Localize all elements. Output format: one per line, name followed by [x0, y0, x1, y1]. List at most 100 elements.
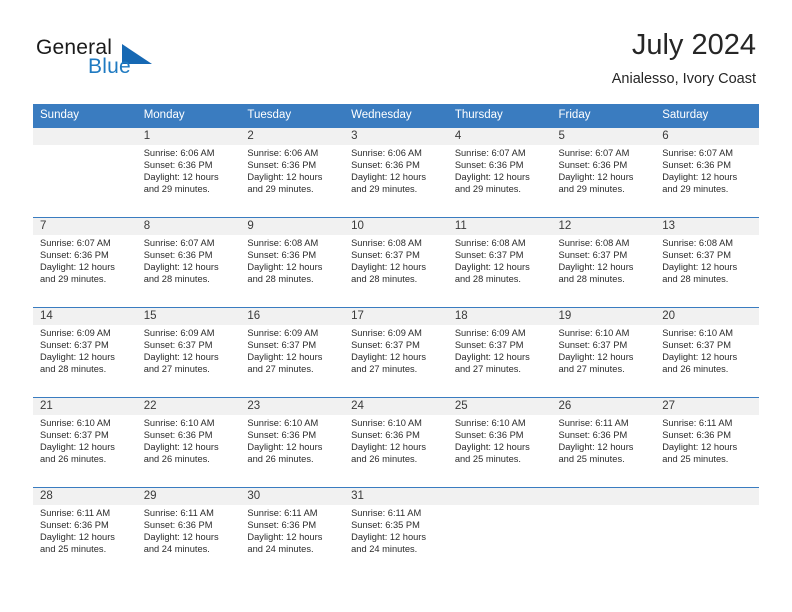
- day-number: 20: [655, 308, 759, 325]
- day-cell[interactable]: 25 Sunrise: 6:10 AM Sunset: 6:36 PM Dayligh…: [447, 398, 552, 487]
- day-detail-line: Daylight: 12 hours: [662, 261, 738, 272]
- day-details: Sunrise: 6:08 AM Sunset: 6:37 PM Daylight:…: [655, 235, 759, 286]
- day-details: Sunrise: 6:08 AM Sunset: 6:37 PM Daylight:…: [552, 235, 656, 286]
- day-detail-line: and 29 minutes.: [351, 183, 418, 194]
- day-cell[interactable]: 23 Sunrise: 6:10 AM Sunset: 6:36 PM Dayligh…: [240, 398, 345, 487]
- day-detail-line: Daylight: 12 hours: [247, 531, 323, 542]
- day-details: Sunrise: 6:10 AM Sunset: 6:37 PM Daylight:…: [655, 325, 759, 376]
- day-cell[interactable]: 12 Sunrise: 6:08 AM Sunset: 6:37 PM Dayligh…: [551, 218, 656, 307]
- day-number: [655, 488, 759, 505]
- day-cell[interactable]: 9 Sunrise: 6:08 AM Sunset: 6:36 PM Daylight…: [240, 218, 345, 307]
- day-cell[interactable]: 24 Sunrise: 6:10 AM Sunset: 6:36 PM Dayligh…: [344, 398, 448, 487]
- day-detail-line: Sunset: 6:36 PM: [247, 519, 317, 530]
- day-detail-line: Sunset: 6:37 PM: [351, 249, 420, 260]
- day-detail-line: Daylight: 12 hours: [558, 351, 634, 362]
- day-detail-line: and 29 minutes.: [558, 183, 625, 194]
- day-detail-line: Sunrise: 6:11 AM: [143, 508, 214, 518]
- day-cell[interactable]: 21 Sunrise: 6:10 AM Sunset: 6:37 PM Dayligh…: [33, 398, 137, 487]
- day-detail-line: Daylight: 12 hours: [351, 261, 427, 272]
- day-cell[interactable]: 19 Sunrise: 6:10 AM Sunset: 6:37 PM Dayligh…: [551, 308, 656, 397]
- day-cell[interactable]: 14 Sunrise: 6:09 AM Sunset: 6:37 PM Dayligh…: [33, 308, 137, 397]
- day-detail-line: Sunset: 6:36 PM: [143, 519, 213, 530]
- day-detail-line: Sunrise: 6:09 AM: [247, 328, 319, 338]
- day-details: Sunrise: 6:06 AM Sunset: 6:36 PM Daylight:…: [137, 145, 241, 196]
- day-detail-line: Daylight: 12 hours: [247, 351, 323, 362]
- day-detail-line: Sunrise: 6:10 AM: [351, 418, 422, 428]
- day-number: 23: [240, 398, 345, 415]
- calendar-page: General Blue July 2024 Anialesso, Ivory …: [0, 0, 792, 612]
- day-cell[interactable]: 20 Sunrise: 6:10 AM Sunset: 6:37 PM Dayligh…: [655, 308, 759, 397]
- week-row: 28 Sunrise: 6:11 AM Sunset: 6:36 PM Dayligh…: [33, 487, 759, 577]
- day-details: Sunrise: 6:11 AM Sunset: 6:36 PM Daylight:…: [655, 415, 759, 466]
- day-number: 18: [447, 308, 552, 325]
- page-subtitle: Anialesso, Ivory Coast: [611, 71, 756, 87]
- day-detail-line: Daylight: 12 hours: [143, 171, 219, 182]
- day-details: Sunrise: 6:10 AM Sunset: 6:36 PM Daylight:…: [240, 415, 344, 466]
- day-detail-line: Daylight: 12 hours: [662, 441, 738, 452]
- day-detail-line: Sunset: 6:37 PM: [558, 249, 628, 260]
- day-cell[interactable]: 29 Sunrise: 6:11 AM Sunset: 6:36 PM Dayligh…: [136, 488, 241, 577]
- day-detail-line: Sunset: 6:36 PM: [351, 429, 420, 440]
- day-cell[interactable]: 22 Sunrise: 6:10 AM Sunset: 6:36 PM Dayligh…: [136, 398, 241, 487]
- day-details: Sunrise: 6:07 AM Sunset: 6:36 PM Daylight:…: [448, 145, 552, 196]
- day-cell[interactable]: 7 Sunrise: 6:07 AM Sunset: 6:36 PM Daylight…: [33, 218, 137, 307]
- day-detail-line: Sunset: 6:37 PM: [454, 249, 524, 260]
- day-detail-line: Sunset: 6:36 PM: [40, 519, 109, 530]
- day-number: 26: [551, 398, 656, 415]
- day-number: 28: [33, 488, 137, 505]
- day-detail-line: Daylight: 12 hours: [40, 531, 115, 542]
- day-cell[interactable]: 15 Sunrise: 6:09 AM Sunset: 6:37 PM Dayligh…: [136, 308, 241, 397]
- day-detail-line: Sunset: 6:37 PM: [454, 339, 524, 350]
- day-detail-line: Sunset: 6:37 PM: [40, 429, 109, 440]
- day-cell[interactable]: 1 Sunrise: 6:06 AM Sunset: 6:36 PM Daylight…: [136, 128, 241, 217]
- generalblue-logo[interactable]: General Blue: [36, 36, 166, 82]
- day-detail-line: Daylight: 12 hours: [558, 171, 634, 182]
- day-detail-line: Sunset: 6:37 PM: [143, 339, 213, 350]
- day-detail-line: Sunrise: 6:07 AM: [558, 148, 630, 158]
- day-cell[interactable]: 6 Sunrise: 6:07 AM Sunset: 6:36 PM Daylight…: [655, 128, 759, 217]
- day-detail-line: Daylight: 12 hours: [454, 351, 530, 362]
- page-title: July 2024: [631, 29, 756, 61]
- day-cell[interactable]: 10 Sunrise: 6:08 AM Sunset: 6:37 PM Dayligh…: [344, 218, 448, 307]
- day-cell[interactable]: 26 Sunrise: 6:11 AM Sunset: 6:36 PM Dayligh…: [551, 398, 656, 487]
- day-detail-line: Sunrise: 6:08 AM: [454, 238, 526, 248]
- day-cell[interactable]: 18 Sunrise: 6:09 AM Sunset: 6:37 PM Dayligh…: [447, 308, 552, 397]
- day-cell[interactable]: 13 Sunrise: 6:08 AM Sunset: 6:37 PM Dayligh…: [655, 218, 759, 307]
- day-detail-line: and 28 minutes.: [143, 273, 210, 284]
- day-detail-line: Sunrise: 6:11 AM: [351, 508, 422, 518]
- day-cell[interactable]: 27 Sunrise: 6:11 AM Sunset: 6:36 PM Dayligh…: [655, 398, 759, 487]
- day-cell[interactable]: 28 Sunrise: 6:11 AM Sunset: 6:36 PM Dayligh…: [33, 488, 137, 577]
- weekday-header-row: Sunday Monday Tuesday Wednesday Thursday Frid…: [33, 104, 759, 128]
- day-details: Sunrise: 6:11 AM Sunset: 6:36 PM Daylight:…: [33, 505, 137, 556]
- day-number: [447, 488, 552, 505]
- day-details: [655, 505, 759, 508]
- day-cell[interactable]: 30 Sunrise: 6:11 AM Sunset: 6:36 PM Dayligh…: [240, 488, 345, 577]
- day-cell[interactable]: 3 Sunrise: 6:06 AM Sunset: 6:36 PM Daylight…: [344, 128, 448, 217]
- day-detail-line: Sunrise: 6:10 AM: [143, 418, 215, 428]
- weekday-header-sunday: Sunday: [33, 104, 137, 128]
- day-detail-line: Sunrise: 6:11 AM: [247, 508, 318, 518]
- day-number: 8: [136, 218, 241, 235]
- day-detail-line: Sunrise: 6:11 AM: [40, 508, 111, 518]
- day-number: 27: [655, 398, 759, 415]
- day-detail-line: Sunrise: 6:07 AM: [40, 238, 111, 248]
- day-detail-line: Daylight: 12 hours: [558, 441, 634, 452]
- day-cell[interactable]: 2 Sunrise: 6:06 AM Sunset: 6:36 PM Daylight…: [240, 128, 345, 217]
- title-block: July 2024 Anialesso, Ivory Coast: [612, 28, 756, 89]
- day-cell[interactable]: 4 Sunrise: 6:07 AM Sunset: 6:36 PM Daylight…: [447, 128, 552, 217]
- day-detail-line: Sunset: 6:36 PM: [558, 429, 628, 440]
- day-detail-line: Daylight: 12 hours: [247, 261, 323, 272]
- day-cell[interactable]: 5 Sunrise: 6:07 AM Sunset: 6:36 PM Daylight…: [551, 128, 656, 217]
- day-detail-line: Daylight: 12 hours: [351, 531, 427, 542]
- day-detail-line: and 29 minutes.: [247, 183, 314, 194]
- day-cell[interactable]: 8 Sunrise: 6:07 AM Sunset: 6:36 PM Daylight…: [136, 218, 241, 307]
- day-cell[interactable]: 17 Sunrise: 6:09 AM Sunset: 6:37 PM Dayligh…: [344, 308, 448, 397]
- day-detail-line: Sunset: 6:36 PM: [143, 429, 213, 440]
- weekday-header-wednesday: Wednesday: [344, 104, 448, 128]
- day-number: 11: [447, 218, 552, 235]
- day-cell[interactable]: 11 Sunrise: 6:08 AM Sunset: 6:37 PM Dayligh…: [447, 218, 552, 307]
- day-detail-line: Sunrise: 6:08 AM: [247, 238, 319, 248]
- day-cell[interactable]: 16 Sunrise: 6:09 AM Sunset: 6:37 PM Dayligh…: [240, 308, 345, 397]
- day-cell[interactable]: 31 Sunrise: 6:11 AM Sunset: 6:35 PM Dayligh…: [344, 488, 448, 577]
- day-detail-line: and 29 minutes.: [454, 183, 521, 194]
